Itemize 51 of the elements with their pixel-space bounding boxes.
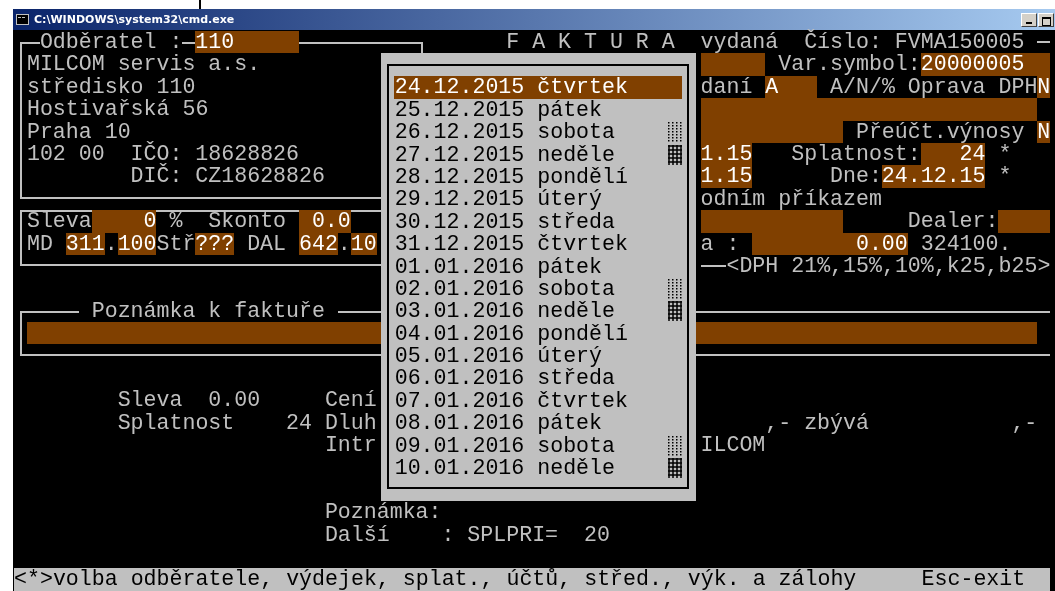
- currency-suffix: ,-: [765, 411, 792, 435]
- customer-city: Praha 10: [26, 120, 131, 143]
- account-dot: .: [337, 232, 351, 255]
- invoice-number: FVMA150005: [894, 31, 1025, 54]
- invoice-kind: vydaná: [700, 31, 779, 54]
- percent-sign: %: [169, 210, 183, 233]
- ico-value: 18628826: [195, 142, 299, 166]
- correction-label: A/N/% Oprava DPH: [830, 75, 1038, 99]
- invoice-title: F A K T U R A: [506, 31, 675, 54]
- status-hint: <*>volba odběratele, výdejek, splat., účtů, střed., výk. a zálohy: [14, 568, 857, 591]
- account-number: 324100.: [920, 232, 1012, 255]
- price-label: Cení: [324, 389, 377, 412]
- currency-suffix: ,-: [1011, 411, 1038, 435]
- account-dot: .: [104, 232, 118, 255]
- customer-zip: 102 00: [26, 142, 105, 166]
- date-mark: *: [998, 165, 1012, 188]
- reverse-label: Přeúčt.výnosy: [855, 120, 1025, 143]
- due-mark: *: [998, 142, 1012, 166]
- summary-discount-value: 0.00: [208, 389, 261, 412]
- skonto-label: Skonto: [208, 210, 287, 233]
- md-label: MD: [26, 232, 53, 255]
- window-title: C:\WINDOWS\system32\cmd.exe: [34, 13, 235, 26]
- payment-text: odním příkazem: [700, 187, 882, 211]
- dic-label: DIČ:: [130, 165, 183, 188]
- exit-hint: Esc-exit: [921, 568, 1026, 591]
- number-label: Číslo:: [804, 31, 882, 54]
- dal-label: DAL: [247, 232, 287, 255]
- dic-value: CZ18628826: [195, 165, 325, 188]
- summary-due-label: Splatnost: [117, 411, 235, 435]
- due-label: Splatnost:: [791, 142, 921, 166]
- company-text: ILCOM: [700, 434, 766, 457]
- customer-name: MILCOM servis a.s.: [26, 53, 261, 76]
- amount-label: a :: [700, 232, 740, 255]
- more-value: 20: [583, 523, 610, 546]
- tax-label: daní: [700, 75, 753, 99]
- vat-rates-text: <DPH 21%,15%,10%,k25,b25>: [726, 254, 1051, 278]
- center-label: Stř: [156, 232, 196, 255]
- customer-branch: středisko 110: [26, 75, 196, 99]
- note-label: Poznámka:: [324, 501, 442, 524]
- dealer-label: Dealer:: [907, 210, 999, 233]
- customer-street: Hostivařská 56: [26, 98, 209, 121]
- intr-label: Intr: [324, 434, 377, 457]
- summary-discount-label: Sleva: [117, 389, 183, 412]
- summary-due-value: 24: [286, 411, 312, 435]
- var-symbol-label: Var.symbol:: [778, 53, 921, 76]
- date-label: Dne:: [830, 165, 882, 188]
- debt-label: Dluh: [324, 411, 377, 435]
- more-label: Další: [324, 523, 390, 546]
- remaining-label: zbývá: [804, 411, 869, 435]
- more-key: : SPLPRI=: [441, 523, 559, 546]
- discount-label: Sleva: [26, 210, 92, 233]
